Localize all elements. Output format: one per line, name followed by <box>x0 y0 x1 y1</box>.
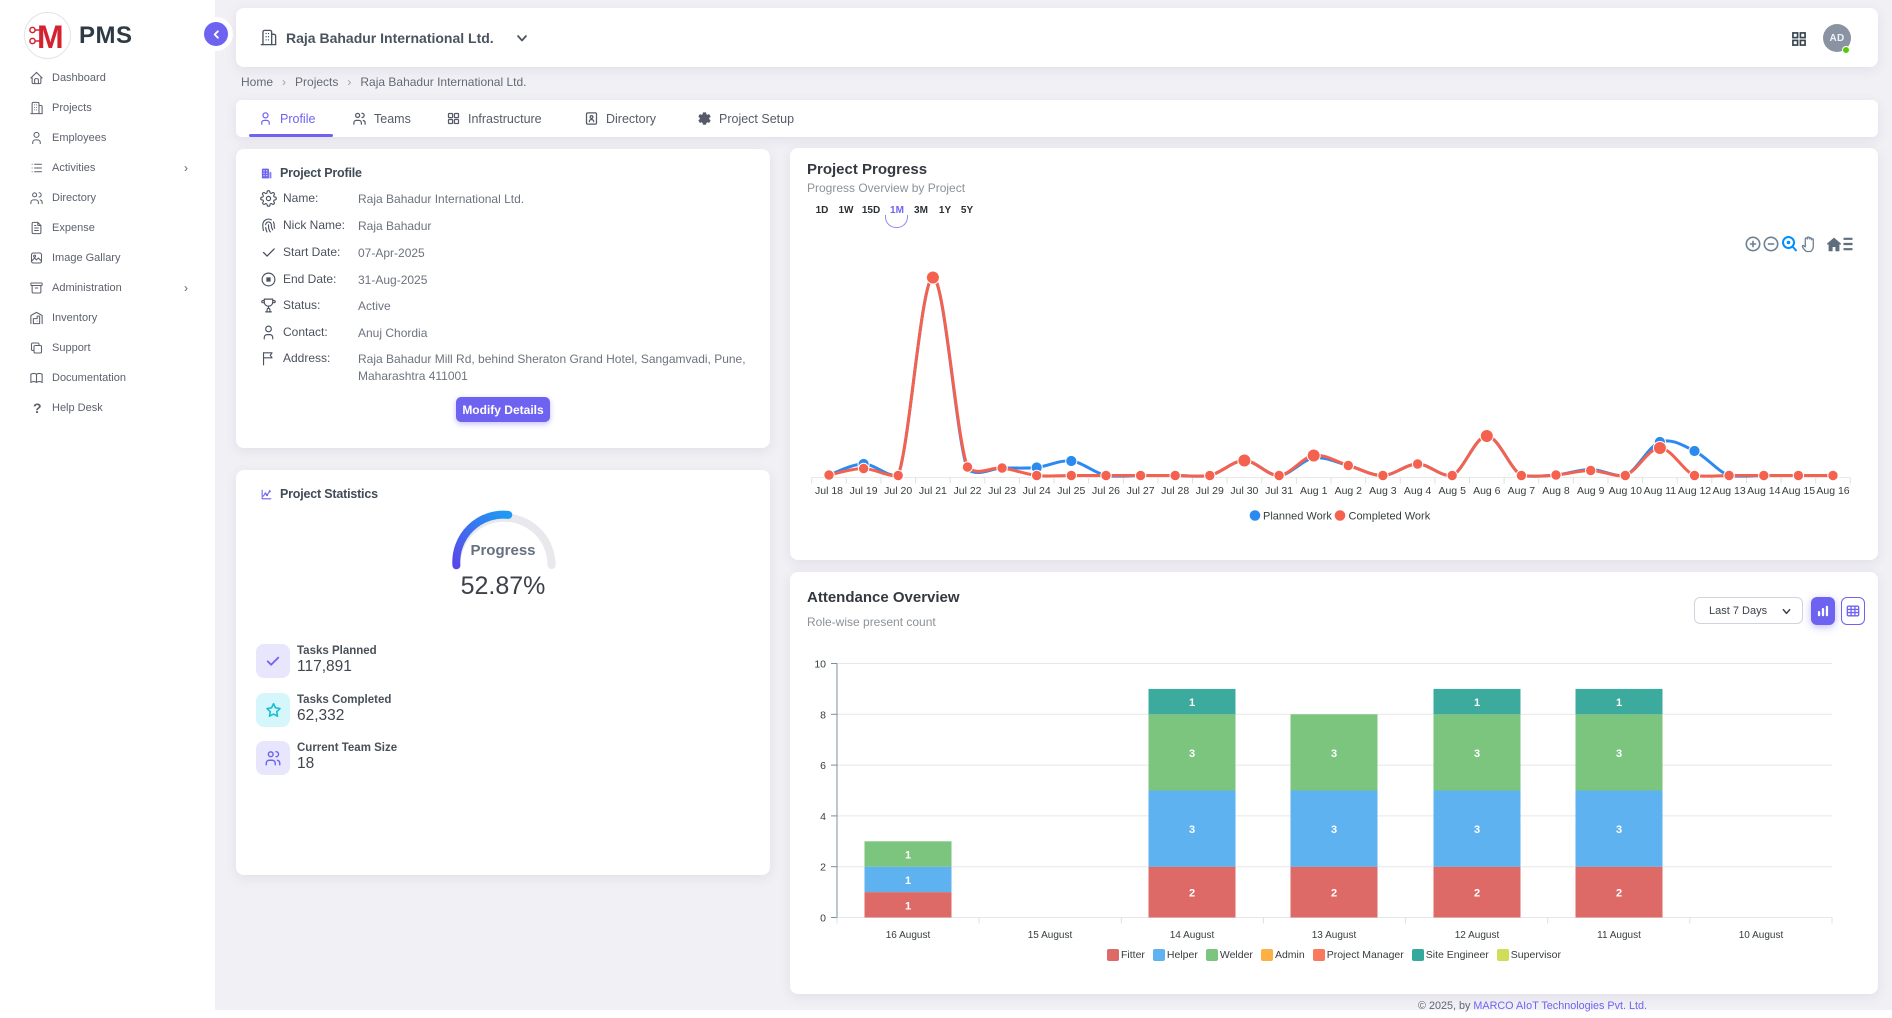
svg-text:13 August: 13 August <box>1312 930 1357 941</box>
svg-text:Aug 1: Aug 1 <box>1300 485 1328 497</box>
svg-text:Aug 15: Aug 15 <box>1782 485 1815 497</box>
svg-text:4: 4 <box>820 811 826 823</box>
svg-text:1: 1 <box>905 875 911 887</box>
svg-text:6: 6 <box>820 760 826 772</box>
svg-text:Aug 6: Aug 6 <box>1473 485 1501 497</box>
svg-text:Jul 25: Jul 25 <box>1057 485 1085 497</box>
svg-text:Jul 29: Jul 29 <box>1196 485 1224 497</box>
svg-text:1: 1 <box>905 900 911 912</box>
svg-text:16 August: 16 August <box>886 930 931 941</box>
svg-text:3: 3 <box>1189 748 1195 760</box>
svg-text:2: 2 <box>820 862 826 874</box>
svg-text:Aug 5: Aug 5 <box>1438 485 1466 497</box>
svg-text:Aug 7: Aug 7 <box>1508 485 1536 497</box>
svg-text:Jul 30: Jul 30 <box>1230 485 1258 497</box>
svg-text:2: 2 <box>1189 888 1195 900</box>
svg-text:Jul 20: Jul 20 <box>884 485 912 497</box>
svg-text:Aug 3: Aug 3 <box>1369 485 1397 497</box>
svg-text:Aug 2: Aug 2 <box>1335 485 1363 497</box>
svg-text:1: 1 <box>1474 697 1480 709</box>
svg-text:Jul 26: Jul 26 <box>1092 485 1120 497</box>
svg-text:10: 10 <box>814 659 826 671</box>
svg-text:3: 3 <box>1331 824 1337 836</box>
svg-text:Jul 27: Jul 27 <box>1127 485 1155 497</box>
svg-text:15 August: 15 August <box>1028 930 1073 941</box>
svg-text:3: 3 <box>1474 748 1480 760</box>
svg-text:3: 3 <box>1616 824 1622 836</box>
svg-text:Aug 12: Aug 12 <box>1678 485 1711 497</box>
svg-text:1: 1 <box>905 850 911 862</box>
svg-text:Jul 23: Jul 23 <box>988 485 1016 497</box>
svg-text:3: 3 <box>1189 824 1195 836</box>
svg-text:Jul 31: Jul 31 <box>1265 485 1293 497</box>
svg-text:Planned Work: Planned Work <box>1263 511 1332 523</box>
svg-text:Aug 8: Aug 8 <box>1542 485 1570 497</box>
svg-text:1: 1 <box>1616 697 1622 709</box>
svg-text:Aug 16: Aug 16 <box>1816 485 1849 497</box>
svg-text:M: M <box>37 19 64 55</box>
svg-text:Jul 18: Jul 18 <box>815 485 843 497</box>
svg-text:3: 3 <box>1474 824 1480 836</box>
svg-text:3: 3 <box>1616 748 1622 760</box>
svg-text:Aug 14: Aug 14 <box>1747 485 1780 497</box>
svg-text:11 August: 11 August <box>1597 930 1641 941</box>
svg-text:8: 8 <box>820 709 826 721</box>
svg-text:Completed Work: Completed Work <box>1349 511 1431 523</box>
svg-text:Jul 19: Jul 19 <box>850 485 878 497</box>
svg-text:14 August: 14 August <box>1170 930 1215 941</box>
svg-text:0: 0 <box>820 913 826 925</box>
svg-text:2: 2 <box>1474 888 1480 900</box>
svg-text:3: 3 <box>1331 748 1337 760</box>
svg-text:Jul 28: Jul 28 <box>1161 485 1189 497</box>
svg-text:Aug 4: Aug 4 <box>1404 485 1432 497</box>
svg-text:Aug 10: Aug 10 <box>1609 485 1642 497</box>
svg-text:Aug 11: Aug 11 <box>1644 485 1677 497</box>
svg-text:10 August: 10 August <box>1739 930 1784 941</box>
svg-text:Jul 22: Jul 22 <box>953 485 981 497</box>
svg-text:Jul 21: Jul 21 <box>919 485 947 497</box>
svg-text:2: 2 <box>1616 888 1622 900</box>
svg-text:1: 1 <box>1189 697 1195 709</box>
svg-text:Jul 24: Jul 24 <box>1023 485 1051 497</box>
svg-text:2: 2 <box>1331 888 1337 900</box>
svg-text:Aug 13: Aug 13 <box>1712 485 1745 497</box>
svg-text:Aug 9: Aug 9 <box>1577 485 1605 497</box>
svg-text:12 August: 12 August <box>1455 930 1500 941</box>
